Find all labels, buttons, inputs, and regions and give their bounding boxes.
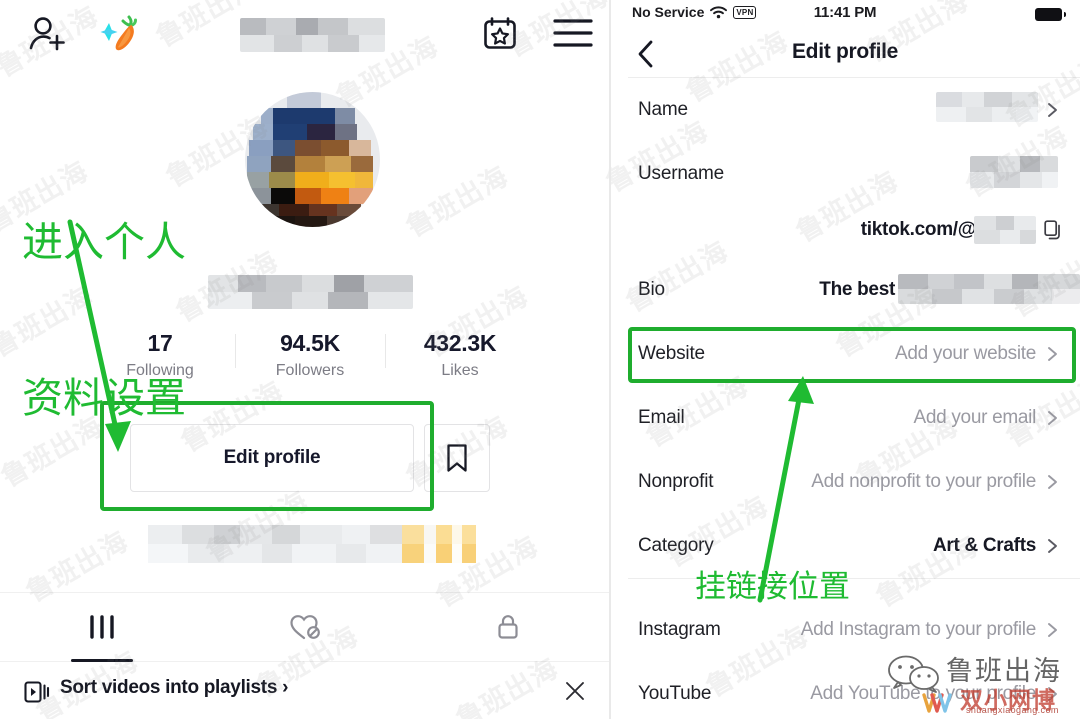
battery-full-icon (1035, 8, 1066, 21)
row-value: Add Instagram to your profile (800, 619, 1037, 640)
chevron-right-icon (1044, 410, 1060, 426)
annotation-link-position: 挂链接位置 (695, 569, 850, 605)
row-label: YouTube (638, 683, 712, 704)
bio-value-redacted (898, 274, 1080, 304)
row-label: Instagram (638, 619, 721, 640)
row-value-redacted (936, 92, 1038, 122)
handle-redacted (240, 18, 385, 52)
stat-followers[interactable]: 94.5K Followers (235, 330, 385, 400)
row-bio[interactable]: Bio The best (610, 258, 1080, 322)
bio-value: The best (819, 279, 895, 300)
row-value: Art & Crafts (932, 535, 1036, 556)
tab-private[interactable] (407, 593, 610, 661)
hamburger-menu-icon[interactable] (552, 16, 594, 50)
grid-posts-icon (87, 613, 117, 641)
tab-active-indicator (70, 659, 133, 662)
chevron-right-icon (1044, 102, 1060, 118)
annotation-line-1: 进入个人 (22, 218, 186, 266)
chevron-right-icon (1044, 474, 1060, 490)
carrot-sparkle-icon[interactable] (98, 13, 144, 55)
wechat-icon (886, 655, 944, 693)
playlist-icon (24, 679, 50, 705)
row-username[interactable]: Username (610, 142, 1080, 206)
brand-watermark: 鲁班出海 双小网博客 shuangxiaogang.com (878, 641, 1076, 717)
stat-label: Followers (275, 362, 345, 379)
annotation-line-2: 资料设置 (22, 374, 186, 422)
bio-redacted (148, 525, 476, 563)
profile-tabs (0, 592, 610, 662)
blog-logo-icon (920, 691, 956, 715)
row-value: Add your email (913, 407, 1036, 428)
chevron-right-icon (1044, 346, 1060, 362)
row-nonprofit[interactable]: Nonprofit Add nonprofit to your profile (610, 450, 1080, 514)
chevron-right-icon (1044, 538, 1060, 554)
tab-posts[interactable] (0, 593, 203, 662)
row-name[interactable]: Name (610, 78, 1080, 142)
row-label: Email (638, 407, 685, 428)
row-label: Bio (638, 279, 665, 300)
row-label: Nonprofit (638, 471, 714, 492)
stat-value: 432.3K (423, 330, 497, 356)
ios-status-bar: No Service VPN 11:41 PM (610, 0, 1080, 30)
screenshot-root: 17 Following 94.5K Followers 432.3K Like… (0, 0, 1080, 719)
row-profile-url[interactable]: tiktok.com/@ (610, 198, 1080, 262)
nav-bar: Edit profile (610, 32, 1080, 76)
bookmark-button[interactable] (424, 424, 490, 492)
avatar[interactable] (245, 92, 380, 227)
heart-slash-icon (288, 612, 322, 642)
stat-value: 94.5K (280, 330, 340, 356)
sort-playlists-bar[interactable]: Sort videos into playlists › (0, 665, 610, 719)
lock-icon (494, 612, 522, 642)
display-name-redacted (208, 275, 413, 309)
blog-url: shuangxiaogang.com (966, 705, 1059, 715)
profile-url-text: tiktok.com/@ (860, 219, 977, 240)
profile-topbar (0, 0, 610, 62)
panel-divider (609, 0, 611, 719)
profile-url-redacted (974, 216, 1036, 244)
edit-profile-panel: No Service VPN 11:41 PM Edit profile Nam… (610, 0, 1080, 719)
row-email[interactable]: Email Add your email (610, 386, 1080, 450)
close-icon[interactable] (562, 678, 588, 704)
tab-liked[interactable] (203, 593, 406, 661)
calendar-star-icon[interactable] (480, 13, 520, 53)
sort-playlists-label: Sort videos into playlists › (60, 677, 289, 698)
person-add-icon[interactable] (26, 14, 70, 54)
row-value: Add nonprofit to your profile (811, 471, 1036, 492)
row-website[interactable]: Website Add your website (610, 322, 1080, 386)
status-time: 11:41 PM (813, 4, 877, 21)
row-value-redacted (970, 156, 1058, 188)
page-title: Edit profile (791, 40, 899, 63)
chevron-right-icon (1044, 622, 1060, 638)
row-label: Website (638, 343, 705, 364)
annotation-profile-settings: 进入个人 资料设置 (22, 112, 186, 528)
row-label: Category (638, 535, 714, 556)
row-label: Name (638, 99, 688, 120)
row-value: Add your website (895, 343, 1036, 364)
row-label: Username (638, 163, 725, 184)
copy-icon[interactable] (1044, 220, 1062, 240)
bookmark-icon (445, 443, 469, 473)
stat-likes[interactable]: 432.3K Likes (385, 330, 535, 400)
stat-label: Likes (441, 362, 479, 379)
